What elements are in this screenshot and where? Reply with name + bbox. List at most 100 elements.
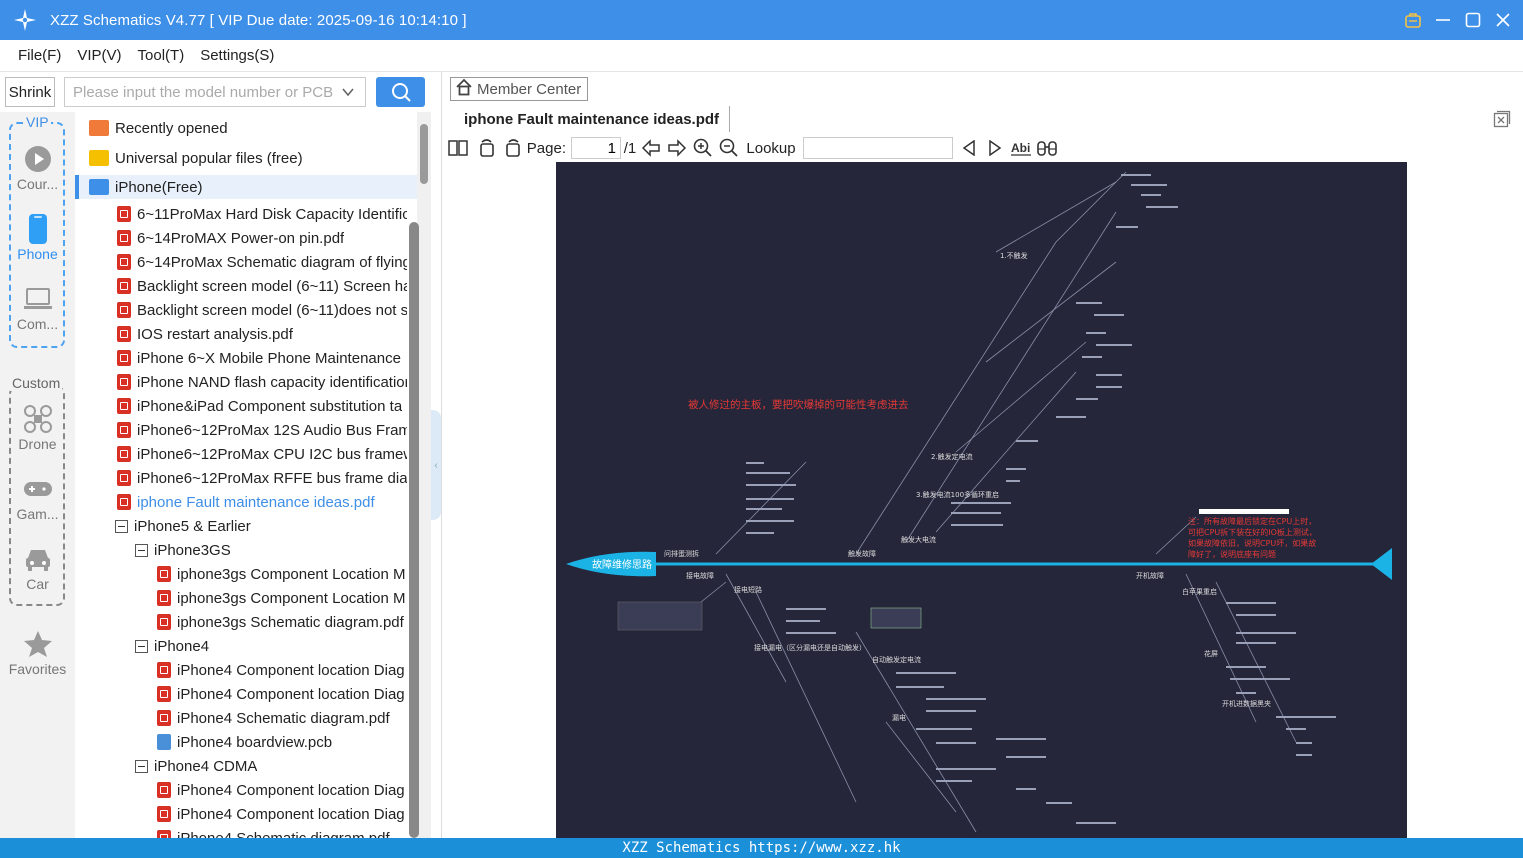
collapse-icon[interactable] — [135, 759, 148, 773]
zoom-out-icon[interactable] — [716, 134, 742, 162]
node-kaiji: 开机故障 — [1136, 571, 1164, 580]
node-chufa-100: 3.触发电流100多循环重启 — [916, 490, 999, 499]
drone-icon — [0, 402, 75, 436]
tree-file[interactable]: iPhone 6~X Mobile Phone Maintenance — [117, 346, 407, 370]
menu-settings[interactable]: Settings(S) — [192, 47, 282, 64]
sidebar-item-drone[interactable]: Drone — [0, 402, 75, 452]
sidebar-item-computer[interactable]: Com... — [0, 282, 75, 332]
pdf-file-icon — [157, 830, 171, 838]
search-button[interactable] — [376, 77, 425, 107]
menu-tool[interactable]: Tool(T) — [130, 47, 193, 64]
tree-file[interactable]: IOS restart analysis.pdf — [117, 322, 407, 346]
pdf-viewer[interactable]: 故障维修思路 问排蛋测拆 触发故障 开机故障 接电故障 1.不触发 2.触发定电… — [442, 162, 1523, 838]
rotate-left-icon[interactable] — [474, 134, 500, 162]
sidebar-item-car[interactable]: Car — [0, 542, 75, 592]
find-prev-icon[interactable] — [956, 134, 982, 162]
folder-orange-icon — [89, 120, 109, 136]
tree-scrollbar[interactable] — [409, 112, 431, 838]
prev-page-icon[interactable] — [638, 134, 664, 162]
tree-file[interactable]: Backlight screen model (6~11)does not s — [117, 298, 407, 322]
menu-file[interactable]: File(F) — [10, 47, 69, 64]
node-chufa: 触发故障 — [848, 549, 876, 558]
tree-file[interactable]: iPhone&iPad Component substitution ta — [117, 394, 407, 418]
tree-file[interactable]: Backlight screen model (6~11) Screen has — [117, 274, 407, 298]
sidebar-item-favorites[interactable]: Favorites — [0, 627, 75, 677]
pdf-page[interactable]: 故障维修思路 问排蛋测拆 触发故障 开机故障 接电故障 1.不触发 2.触发定电… — [556, 162, 1407, 838]
binoculars-icon[interactable] — [1034, 134, 1060, 162]
tree-file[interactable]: iPhone NAND flash capacity identificatio… — [117, 370, 407, 394]
close-document-icon[interactable] — [1493, 110, 1511, 128]
star-icon — [0, 627, 75, 661]
laptop-icon — [0, 282, 75, 316]
find-next-icon[interactable] — [982, 134, 1008, 162]
zoom-in-icon[interactable] — [690, 134, 716, 162]
collapse-icon[interactable] — [135, 639, 148, 653]
folder-blue-icon — [89, 179, 109, 195]
tree-file[interactable]: iPhone4 Component location Diag — [157, 778, 407, 802]
tree-root-iphone-free[interactable]: iPhone(Free) — [75, 175, 417, 199]
tree-group-iphone4[interactable]: iPhone4 — [135, 634, 209, 658]
collapse-icon[interactable] — [135, 543, 148, 557]
tree-file[interactable]: iPhone4 Component location Diag — [157, 658, 407, 682]
maximize-button[interactable] — [1463, 10, 1483, 30]
tree-group-iphone3gs[interactable]: iPhone3GS — [135, 538, 231, 562]
tree-file[interactable]: iPhone4 Schematic diagram.pdf — [157, 706, 407, 730]
tree-file[interactable]: iPhone4 Component location Diag — [157, 682, 407, 706]
tree-file[interactable]: iPhone4 boardview.pcb — [157, 730, 407, 754]
vip-bag-icon[interactable] — [1403, 10, 1423, 30]
tree-root-recent[interactable]: Recently opened — [89, 116, 228, 140]
pdf-warning-text: 被人修过的主板，要把吹爆掉的可能性考虑进去 — [688, 398, 909, 411]
node-jiedian: 接电故障 — [686, 571, 714, 580]
tree-file[interactable]: iPhone6~12ProMax RFFE bus frame diag — [117, 466, 407, 490]
tree-group-iphone4-cdma[interactable]: iPhone4 CDMA — [135, 754, 257, 778]
tree-file-active[interactable]: iphone Fault maintenance ideas.pdf — [117, 490, 407, 514]
tree-scroll-thumb[interactable] — [420, 124, 428, 184]
tree-file[interactable]: iphone3gs Schematic diagram.pdf — [157, 610, 407, 634]
shrink-button[interactable]: Shrink — [5, 77, 55, 107]
tree-file[interactable]: 6~11ProMax Hard Disk Capacity Identifica… — [117, 202, 407, 226]
minimize-button[interactable] — [1433, 10, 1453, 30]
rotate-right-icon[interactable] — [500, 134, 526, 162]
member-center-button[interactable]: Member Center — [450, 77, 588, 101]
tree-file[interactable]: iPhone4 Schematic diagram.pdf — [157, 826, 407, 838]
node-zhongqi: 白苹果重启 — [1182, 587, 1217, 596]
sidebar-item-game[interactable]: Gam... — [0, 472, 75, 522]
model-search-input[interactable] — [73, 83, 333, 101]
pdf-file-icon — [117, 446, 131, 462]
sidebar-item-label: Gam... — [16, 506, 59, 522]
tree-file[interactable]: 6~14ProMax Schematic diagram of flying — [117, 250, 407, 274]
next-page-icon[interactable] — [664, 134, 690, 162]
chevron-down-icon[interactable] — [341, 85, 355, 103]
model-search-box[interactable] — [64, 77, 366, 107]
pdf-file-icon — [117, 302, 131, 318]
sidebar-item-courses[interactable]: Cour... — [0, 142, 75, 192]
pdf-file-icon — [157, 590, 171, 606]
pdf-file-icon — [117, 470, 131, 486]
tree-file[interactable]: 6~14ProMAX Power-on pin.pdf — [117, 226, 407, 250]
pdf-note-text: 注：所有故障最后锁定在CPU上时，可把CPU拆下装在好的IO板上测试，如果故障依… — [1188, 517, 1317, 559]
tree-file[interactable]: iPhone4 Component location Diag — [157, 802, 407, 826]
inner-scroll-thumb[interactable] — [409, 222, 419, 838]
app-logo-icon — [0, 0, 50, 40]
status-footer: XZZ Schematics https://www.xzz.hk — [0, 838, 1523, 858]
tree-file[interactable]: iPhone6~12ProMax 12S Audio Bus Fram — [117, 418, 407, 442]
two-page-icon[interactable] — [442, 134, 474, 162]
lookup-label: Lookup — [746, 139, 796, 157]
tree-file[interactable]: iPhone6~12ProMax CPU I2C bus framew — [117, 442, 407, 466]
node-zidong: 自动触发定电流 — [872, 655, 921, 664]
match-case-icon[interactable]: Abi — [1008, 134, 1034, 162]
collapse-icon[interactable] — [115, 519, 128, 533]
lookup-input[interactable] — [803, 137, 953, 159]
document-tab[interactable]: iphone Fault maintenance ideas.pdf — [450, 106, 730, 132]
tree-group-iphone5[interactable]: iPhone5 & Earlier — [115, 514, 251, 538]
tree-root-universal[interactable]: Universal popular files (free) — [89, 146, 303, 170]
sidebar-item-phone[interactable]: Phone — [0, 212, 75, 262]
pdf-file-icon — [157, 806, 171, 822]
panel-collapse-handle[interactable]: ‹ — [431, 410, 441, 520]
tree-file[interactable]: iphone3gs Component Location M — [157, 562, 407, 586]
close-button[interactable] — [1493, 10, 1513, 30]
page-number-input[interactable] — [571, 137, 621, 159]
search-icon — [391, 83, 411, 102]
tree-file[interactable]: iphone3gs Component Location M — [157, 586, 407, 610]
menu-vip[interactable]: VIP(V) — [69, 47, 129, 64]
